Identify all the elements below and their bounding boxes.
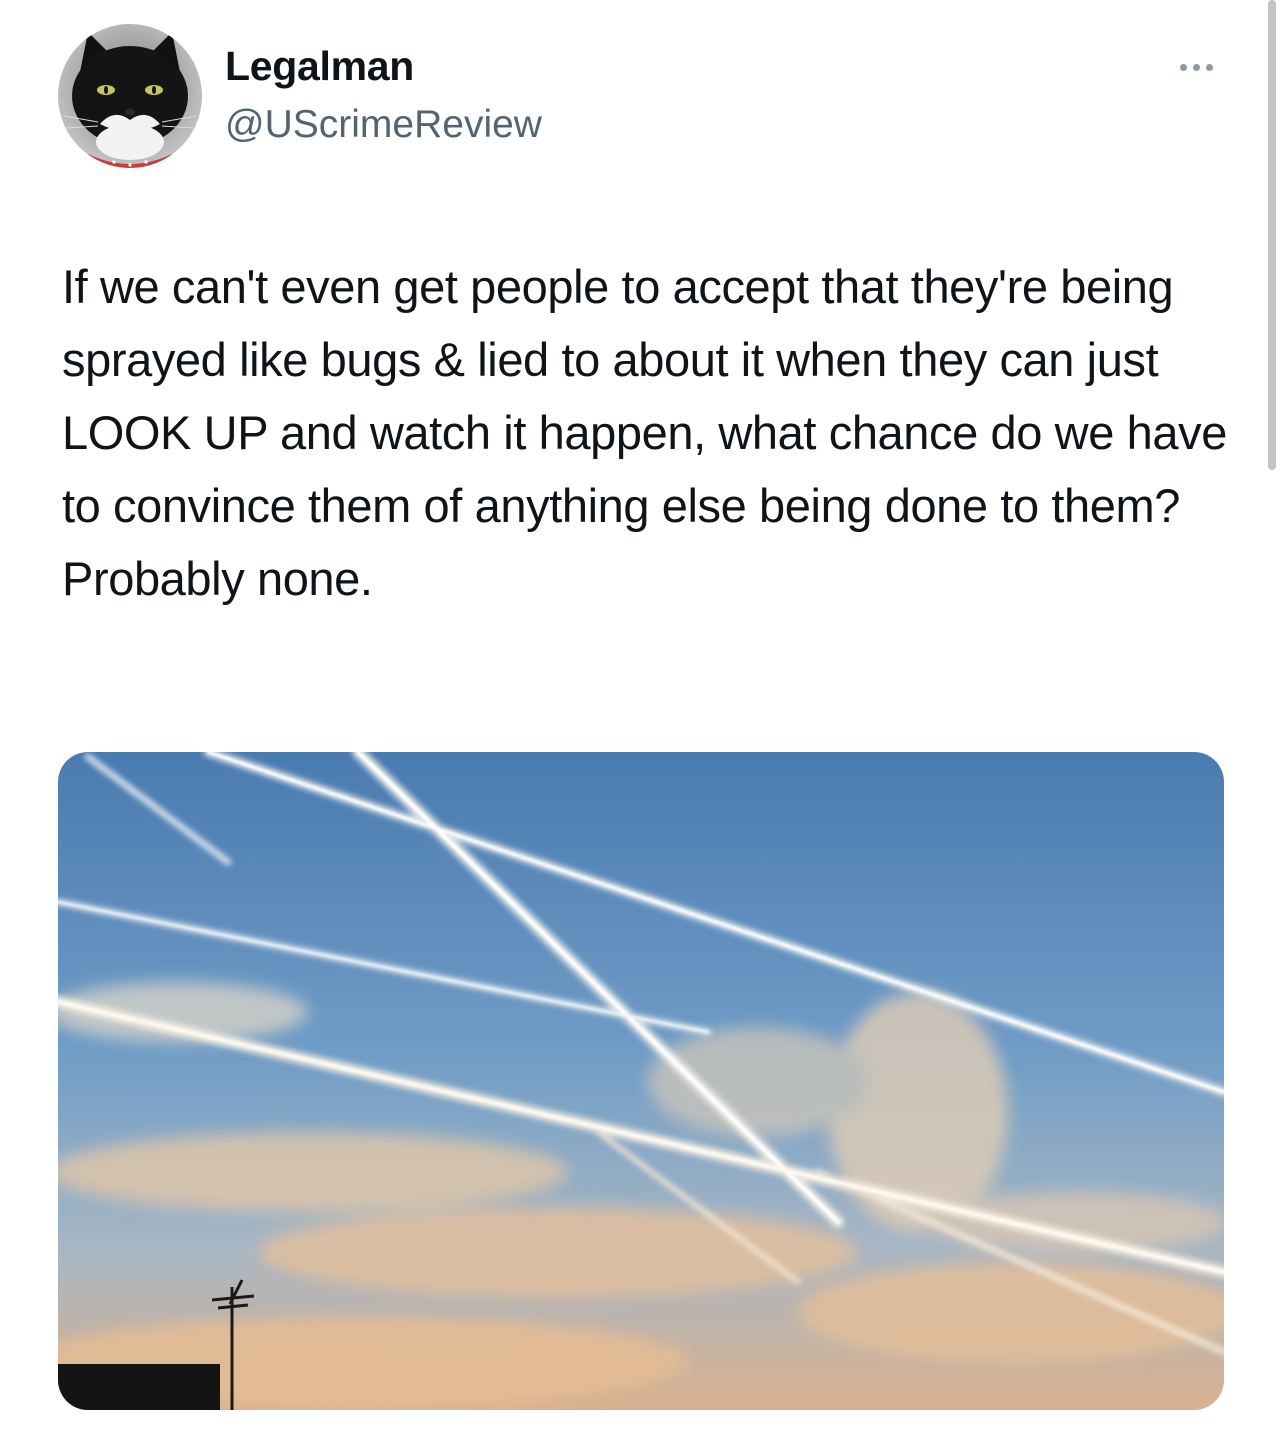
more-horizontal-icon [1179,63,1187,71]
tweet-media-image[interactable] [58,752,1224,1410]
author-handle[interactable]: @UScrimeReview [225,100,542,150]
more-options-button[interactable] [1168,50,1224,84]
author-display-name[interactable]: Legalman [225,40,414,92]
sky-contrails-photo [58,752,1224,1410]
author-avatar[interactable] [58,24,202,168]
tweet-text: If we can't even get people to accept th… [62,260,1240,605]
cat-avatar-icon [58,24,202,168]
tweet[interactable]: Legalman @UScrimeReview If we can't even… [0,0,1283,1432]
scrollbar[interactable] [1268,0,1276,470]
